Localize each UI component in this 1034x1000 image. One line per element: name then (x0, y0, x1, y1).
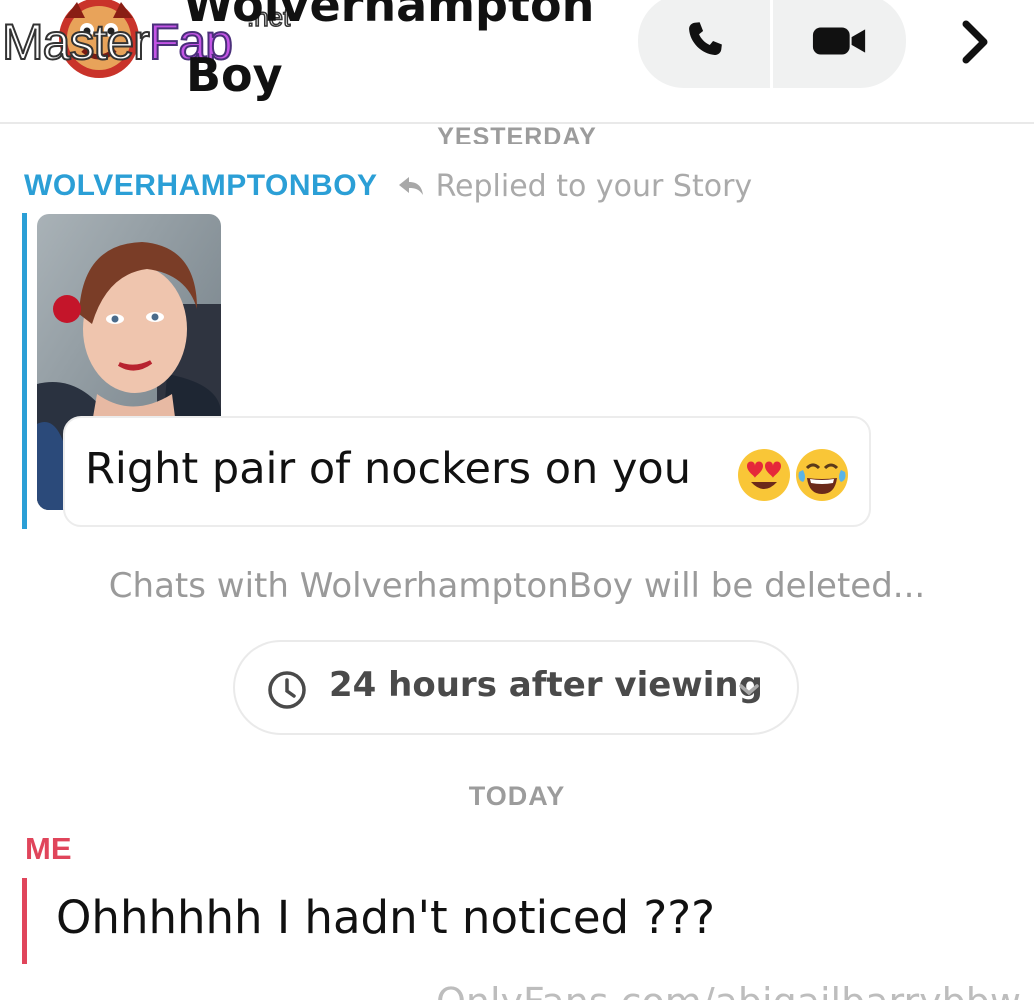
footer-watermark: OnlyFans.com/abigailbarrybbw (436, 980, 1021, 1000)
chat-header: MasterFap .net Wolverhampton Boy (0, 0, 1034, 124)
chat-deletion-timer-selector[interactable]: 24 hours after viewing (233, 640, 799, 735)
chevron-down-icon (739, 684, 759, 696)
reply-arrow-icon (398, 175, 424, 197)
call-actions (638, 0, 906, 88)
message-group-bar (22, 213, 27, 529)
sent-message-text[interactable]: Ohhhhhh I hadn't noticed ??? (56, 891, 715, 944)
day-separator-yesterday: YESTERDAY (437, 123, 597, 144)
phone-icon (688, 22, 722, 56)
video-call-button[interactable] (773, 0, 906, 88)
day-separator-today: TODAY (468, 781, 566, 811)
contact-name-line2[interactable]: Boy (186, 48, 283, 102)
video-camera-icon (812, 27, 865, 55)
me-label: ME (25, 831, 72, 866)
contact-name-line1[interactable]: Wolverhampton (183, 0, 594, 32)
voice-call-button[interactable] (638, 0, 771, 88)
received-message-text: Right pair of nockers on you (85, 444, 691, 494)
heart-eyes-emoji-icon (738, 449, 790, 501)
sender-name[interactable]: WOLVERHAMPTONBOY (24, 169, 378, 203)
clock-icon (268, 671, 306, 709)
received-message-bubble[interactable]: Right pair of nockers on you (63, 416, 871, 527)
chat-screen: MasterFap .net Wolverhampton Boy YESTERD… (0, 0, 1034, 1000)
deletion-notice: Chats with WolverhamptonBoy will be dele… (108, 566, 926, 606)
reply-label: Replied to your Story (435, 168, 753, 204)
sender-row: WOLVERHAMPTONBOY Replied to your Story (24, 166, 752, 206)
tears-of-joy-emoji-icon (796, 449, 848, 501)
timer-label: 24 hours after viewing (329, 665, 763, 705)
chevron-right-icon[interactable] (950, 14, 998, 70)
my-message-group-bar (22, 878, 27, 964)
